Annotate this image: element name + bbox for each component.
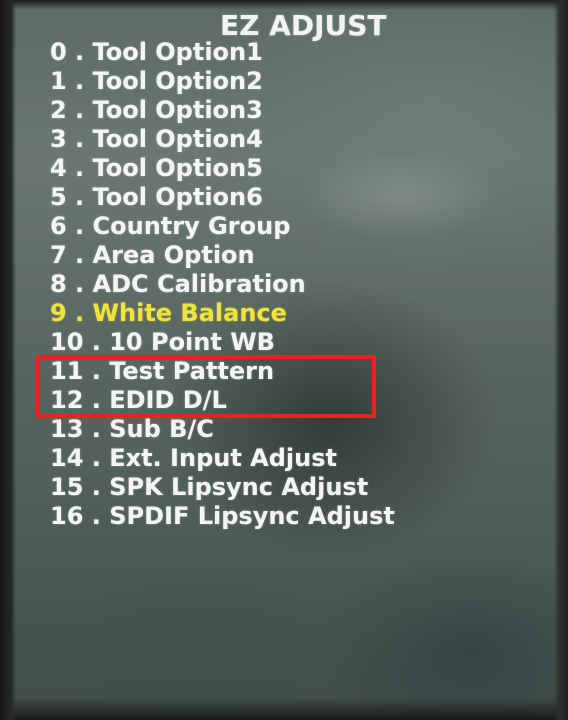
menu-item-tool-option3[interactable]: 2 . Tool Option3: [50, 96, 490, 125]
menu-item-spdif-lipsync-adjust[interactable]: 16 . SPDIF Lipsync Adjust: [50, 502, 490, 531]
menu-item-10-point-wb[interactable]: 10 . 10 Point WB: [50, 328, 490, 357]
tv-bezel-bottom: [0, 698, 568, 720]
menu-item-tool-option6[interactable]: 5 . Tool Option6: [50, 183, 490, 212]
menu-item-tool-option5[interactable]: 4 . Tool Option5: [50, 154, 490, 183]
menu-item-ext-input-adjust[interactable]: 14 . Ext. Input Adjust: [50, 444, 490, 473]
menu-item-white-balance[interactable]: 9 . White Balance: [50, 299, 490, 328]
menu-item-tool-option2[interactable]: 1 . Tool Option2: [50, 67, 490, 96]
menu-item-country-group[interactable]: 6 . Country Group: [50, 212, 490, 241]
tv-screen-photo: EZ ADJUST 0 . Tool Option1 1 . Tool Opti…: [0, 0, 568, 720]
menu-item-edid-dl[interactable]: 12 . EDID D/L: [50, 386, 490, 415]
menu-item-sub-bc[interactable]: 13 . Sub B/C: [50, 415, 490, 444]
menu-item-test-pattern[interactable]: 11 . Test Pattern: [50, 357, 490, 386]
menu-item-spk-lipsync-adjust[interactable]: 15 . SPK Lipsync Adjust: [50, 473, 490, 502]
tv-bezel-left: [0, 0, 16, 720]
service-menu-list: 0 . Tool Option1 1 . Tool Option2 2 . To…: [50, 38, 490, 531]
menu-item-adc-calibration[interactable]: 8 . ADC Calibration: [50, 270, 490, 299]
tv-bezel-right: [554, 0, 568, 720]
menu-item-tool-option1[interactable]: 0 . Tool Option1: [50, 38, 490, 67]
menu-item-tool-option4[interactable]: 3 . Tool Option4: [50, 125, 490, 154]
menu-item-area-option[interactable]: 7 . Area Option: [50, 241, 490, 270]
